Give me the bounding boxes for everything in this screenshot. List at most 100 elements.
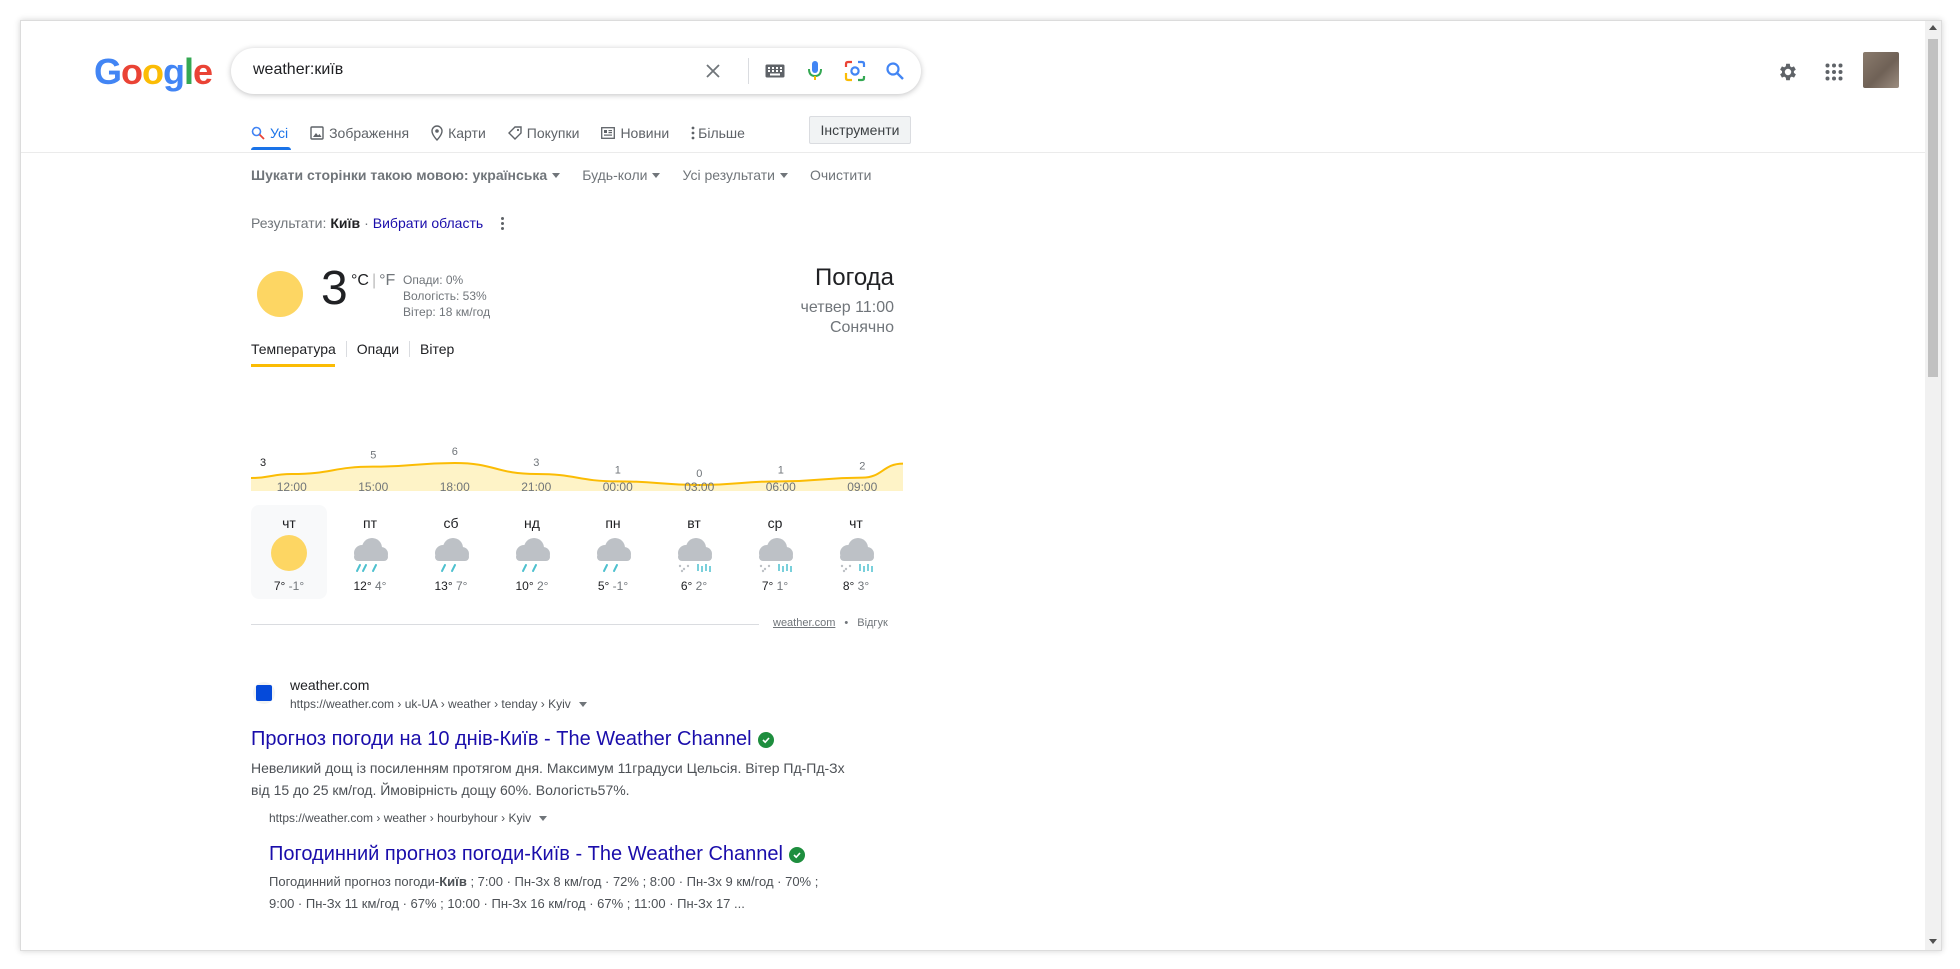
- snippet-line: від 15 до 25 км/год. Ймовірність дощу 60…: [251, 782, 630, 798]
- weather-title: Погода: [815, 264, 894, 291]
- tab-shopping[interactable]: Покупки: [507, 125, 579, 141]
- scrollbar-thumb[interactable]: [1928, 39, 1938, 377]
- filter-language[interactable]: Шукати сторінки такою мовою: українська: [251, 167, 561, 183]
- image-icon: [310, 126, 324, 140]
- choose-area-link[interactable]: Вибрати область: [373, 215, 483, 231]
- forecast-day[interactable]: нд 10° 2°: [494, 505, 570, 599]
- forecast-high: 7°: [273, 579, 286, 593]
- fahrenheit-unit[interactable]: °F: [379, 272, 395, 289]
- google-logo-text: Google: [94, 51, 213, 92]
- close-icon[interactable]: [701, 59, 725, 83]
- forecast-temps: 7° -1°: [251, 579, 327, 593]
- time-axis-labels: 12:00 15:00 18:00 21:00 00:00 03:00 06:00 09:00: [251, 480, 903, 494]
- mic-icon[interactable]: [803, 59, 827, 83]
- apps-grid-icon[interactable]: [1819, 57, 1849, 87]
- forecast-day[interactable]: вт 6° 2°: [656, 505, 732, 599]
- search-icon: [251, 126, 265, 140]
- weather-tab-precipitation[interactable]: Опади: [345, 341, 409, 357]
- weather-condition: Сонячно: [829, 319, 894, 336]
- tab-label: Зображення: [329, 125, 410, 141]
- result-site-name[interactable]: weather.com: [290, 677, 369, 693]
- time-tick-label: 15:00: [358, 480, 389, 494]
- source-link[interactable]: weather.com: [773, 617, 835, 629]
- tab-label: Більше: [698, 125, 745, 141]
- tab-all[interactable]: Усі: [251, 125, 288, 141]
- forecast-high: 13°: [434, 579, 453, 593]
- forecast-day[interactable]: чт 7° -1°: [251, 505, 327, 599]
- precipitation-text: Опади: 0%: [403, 273, 464, 287]
- sun-icon: [265, 533, 313, 573]
- filter-time[interactable]: Будь-коли: [582, 167, 661, 183]
- source-divider: [251, 624, 759, 625]
- forecast-day[interactable]: ср 7° 1°: [737, 505, 813, 599]
- temperature-data-label: 1: [615, 464, 621, 476]
- keyboard-icon[interactable]: [763, 59, 787, 83]
- forecast-low: -1°: [612, 579, 629, 593]
- forecast-high: 6°: [680, 579, 693, 593]
- caret-down-icon[interactable]: [578, 701, 587, 707]
- more-vert-icon: [691, 126, 695, 140]
- wind-text: Вітер: 18 км/год: [403, 305, 491, 319]
- weather-source: weather.com • Відгук: [773, 617, 888, 629]
- forecast-day-name: пт: [363, 515, 377, 531]
- tools-button[interactable]: Інструменти: [809, 116, 911, 144]
- result-title-text: Погодинний прогноз погоди-Київ - The Wea…: [269, 843, 783, 865]
- rain-cloud-icon: [589, 533, 637, 573]
- browser-page: Google weather:київ Усі Зображення Карти…: [20, 20, 1942, 951]
- tab-label: Карти: [448, 125, 486, 141]
- weather-tab-temperature[interactable]: Температура: [251, 341, 346, 357]
- caret-down-icon: [652, 172, 661, 178]
- forecast-day[interactable]: сб 13° 7°: [413, 505, 489, 599]
- more-options-icon[interactable]: [501, 216, 505, 231]
- feedback-link[interactable]: Відгук: [857, 617, 888, 629]
- rain-cloud-icon: [508, 533, 556, 573]
- caret-down-icon[interactable]: [539, 815, 548, 821]
- result-title-link[interactable]: Погодинний прогноз погоди-Київ - The Wea…: [269, 843, 805, 866]
- temperature-data-label: 5: [370, 450, 376, 462]
- forecast-low: -1°: [288, 579, 305, 593]
- avatar[interactable]: [1863, 52, 1899, 88]
- tab-news[interactable]: Новини: [601, 125, 669, 141]
- filter-label: Усі результати: [682, 167, 775, 183]
- unit-toggle: °C | °F: [351, 272, 395, 290]
- sleet-cloud-icon: [670, 533, 718, 573]
- current-temperature: 3: [321, 262, 348, 315]
- daily-forecast: чт 7° -1° пт 12° 4° сб 13° 7° нд 10° 2° пн 5° -1°…: [251, 505, 903, 599]
- humidity-text: Вологість: 53%: [403, 289, 487, 303]
- lens-icon[interactable]: [843, 59, 867, 83]
- scroll-up-arrow-icon[interactable]: [1929, 25, 1937, 30]
- forecast-temps: 12° 4°: [332, 579, 408, 593]
- tab-more[interactable]: Більше: [691, 125, 745, 141]
- sleet-cloud-icon: [832, 533, 880, 573]
- time-tick-label: 09:00: [847, 480, 878, 494]
- time-tick-label: 12:00: [276, 480, 307, 494]
- scroll-down-arrow-icon[interactable]: [1929, 939, 1937, 944]
- temperature-data-label: 6: [452, 446, 458, 458]
- weather-tab-wind[interactable]: Вітер: [409, 341, 464, 357]
- gear-icon[interactable]: [1773, 57, 1803, 87]
- google-logo[interactable]: Google: [94, 51, 213, 93]
- result-url[interactable]: https://weather.com › uk-UA › weather › …: [290, 697, 587, 711]
- filter-clear[interactable]: Очистити: [810, 167, 871, 183]
- search-icon[interactable]: [883, 59, 907, 83]
- forecast-low: 4°: [375, 579, 387, 593]
- result-title-link[interactable]: Прогноз погоди на 10 днів-Київ - The Wea…: [251, 728, 774, 751]
- celsius-unit[interactable]: °C: [351, 272, 369, 289]
- forecast-day[interactable]: чт 8° 3°: [818, 505, 894, 599]
- weather-channel-logo-icon: [256, 685, 272, 701]
- temperature-data-label: 2: [859, 461, 865, 473]
- tag-icon: [507, 126, 522, 140]
- forecast-day-name: ср: [767, 515, 783, 531]
- snippet-bold: Київ: [439, 874, 467, 889]
- tab-maps[interactable]: Карти: [431, 125, 486, 141]
- filter-results[interactable]: Усі результати: [682, 167, 788, 183]
- forecast-day[interactable]: пт 12° 4°: [332, 505, 408, 599]
- tab-images[interactable]: Зображення: [310, 125, 409, 141]
- forecast-temps: 7° 1°: [737, 579, 813, 593]
- result-url[interactable]: https://weather.com › weather › hourbyho…: [269, 811, 548, 825]
- search-input[interactable]: weather:київ: [253, 61, 343, 79]
- time-tick-label: 21:00: [521, 480, 552, 494]
- forecast-day[interactable]: пн 5° -1°: [575, 505, 651, 599]
- time-tick-label: 06:00: [765, 480, 796, 494]
- search-box[interactable]: weather:київ: [231, 48, 921, 94]
